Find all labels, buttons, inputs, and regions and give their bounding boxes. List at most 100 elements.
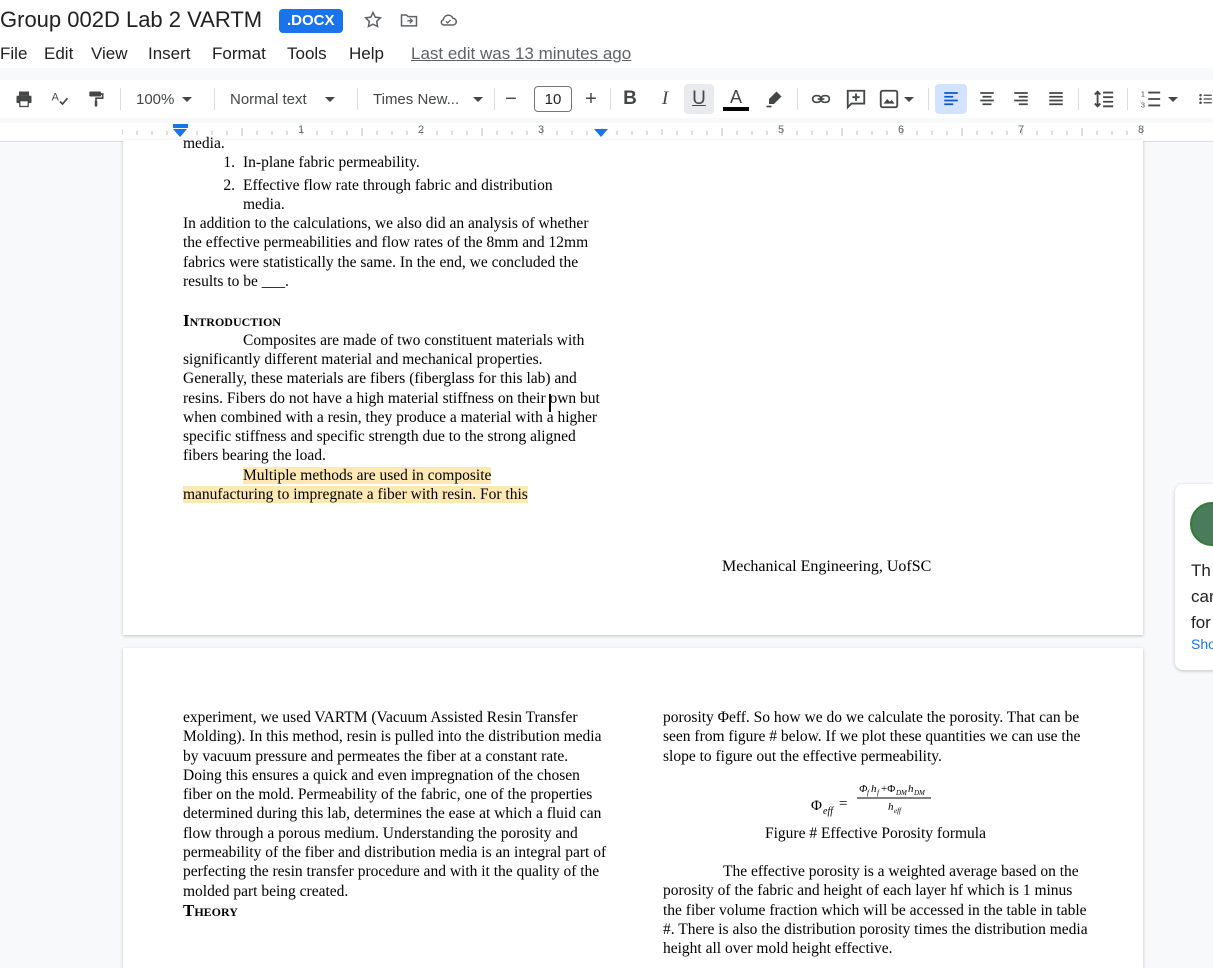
menu-help[interactable]: Help bbox=[349, 44, 384, 64]
menu-file[interactable]: File bbox=[0, 44, 27, 64]
bulleted-list-icon[interactable] bbox=[1198, 86, 1213, 112]
paint-format-icon[interactable] bbox=[84, 86, 108, 112]
justify-icon[interactable] bbox=[1044, 86, 1068, 112]
document-title[interactable]: Group 002D Lab 2 VARTM bbox=[0, 7, 262, 33]
decrease-font-size-button[interactable]: − bbox=[500, 86, 522, 112]
svg-text:eff: eff bbox=[823, 806, 834, 817]
list-text: Effective flow rate through fabric and d… bbox=[243, 176, 553, 213]
spellcheck-icon[interactable]: A bbox=[48, 86, 72, 112]
comment-line: car bbox=[1191, 587, 1213, 606]
menu-bar: File Edit View Insert Format Tools Help … bbox=[0, 40, 1213, 68]
move-folder-icon[interactable] bbox=[397, 8, 421, 32]
file-type-badge: .DOCX bbox=[279, 9, 343, 33]
svg-text:Φ: Φ bbox=[811, 798, 822, 814]
toolbar-divider bbox=[120, 88, 121, 110]
star-icon[interactable] bbox=[361, 8, 385, 32]
insert-link-icon[interactable] bbox=[808, 86, 834, 112]
comment-text: Th car for bbox=[1191, 558, 1213, 636]
comment-show-more-link[interactable]: Sho bbox=[1191, 636, 1213, 652]
comment-line: for bbox=[1191, 613, 1211, 632]
first-line-indent-marker[interactable] bbox=[173, 124, 188, 128]
align-left-icon bbox=[944, 92, 958, 106]
font-size-input[interactable]: 10 bbox=[534, 86, 572, 112]
list-item: 1. In-plane fabric permeability. bbox=[183, 153, 613, 172]
toolbar-divider bbox=[610, 88, 611, 110]
toolbar-divider bbox=[494, 88, 495, 110]
toolbar: A 100% Normal text Times New... − + B I … bbox=[0, 80, 1213, 118]
bold-button[interactable]: B bbox=[619, 86, 641, 112]
last-edit-link[interactable]: Last edit was 13 minutes ago bbox=[411, 44, 631, 64]
add-comment-icon[interactable] bbox=[844, 86, 868, 112]
svg-text:eff: eff bbox=[894, 807, 902, 815]
svg-text:f: f bbox=[867, 789, 870, 797]
cloud-status-icon[interactable] bbox=[436, 8, 460, 32]
style-value: Normal text bbox=[230, 90, 307, 108]
numbered-list-button[interactable]: 13 bbox=[1140, 86, 1190, 112]
title-bar: Group 002D Lab 2 VARTM .DOCX bbox=[0, 0, 1213, 40]
menu-edit[interactable]: Edit bbox=[44, 44, 73, 64]
menu-insert[interactable]: Insert bbox=[148, 44, 191, 64]
page-2-left-column[interactable]: experiment, we used VARTM (Vacuum Assist… bbox=[183, 708, 608, 920]
cut-off-line: media. bbox=[183, 135, 225, 152]
zoom-value: 100% bbox=[136, 90, 175, 108]
insert-image-button[interactable] bbox=[878, 86, 918, 112]
svg-text:1: 1 bbox=[1141, 89, 1145, 98]
svg-text:=: = bbox=[839, 796, 847, 812]
image-icon bbox=[879, 89, 899, 109]
menu-tools[interactable]: Tools bbox=[287, 44, 327, 64]
numbered-list-icon: 13 bbox=[1141, 89, 1161, 109]
font-value: Times New... bbox=[373, 90, 460, 108]
align-right-icon[interactable] bbox=[1009, 86, 1033, 112]
paragraph: experiment, we used VARTM (Vacuum Assist… bbox=[183, 709, 607, 900]
zoom-select[interactable]: 100% bbox=[136, 86, 202, 112]
list-number: 2. bbox=[223, 176, 235, 194]
svg-text:+Φ: +Φ bbox=[881, 783, 895, 795]
svg-text:f: f bbox=[877, 789, 880, 797]
menu-format[interactable]: Format bbox=[212, 44, 266, 64]
align-center-icon[interactable] bbox=[975, 86, 999, 112]
theory-heading: Theory bbox=[183, 900, 238, 920]
highlight-span: Multiple methods are used in composite m… bbox=[183, 466, 528, 504]
page-footer: Mechanical Engineering, UofSC bbox=[722, 558, 932, 575]
chevron-down-icon bbox=[324, 96, 335, 102]
toolbar-divider bbox=[1078, 88, 1079, 110]
ruler-number: 8 bbox=[1138, 124, 1145, 136]
comment-card[interactable]: Th car for Sho bbox=[1175, 484, 1213, 670]
text-color-swatch bbox=[723, 106, 749, 111]
toolbar-divider bbox=[797, 88, 798, 110]
document-page: experiment, we used VARTM (Vacuum Assist… bbox=[123, 648, 1143, 968]
list-item: 2. Effective flow rate through fabric an… bbox=[183, 176, 613, 215]
document-page: media. 1. In-plane fabric permeability. … bbox=[123, 135, 1143, 635]
introduction-heading: Introduction bbox=[183, 311, 281, 331]
toolbar-divider bbox=[357, 88, 358, 110]
ruler-number: 6 bbox=[898, 124, 905, 136]
page-2-right-column[interactable]: porosity Φeff. So how we do we calculate… bbox=[663, 708, 1088, 959]
increase-font-size-button[interactable]: + bbox=[580, 86, 602, 112]
style-select[interactable]: Normal text bbox=[230, 86, 342, 112]
page-1-column[interactable]: media. 1. In-plane fabric permeability. … bbox=[183, 134, 613, 504]
svg-text:DM: DM bbox=[895, 789, 908, 797]
chevron-down-icon bbox=[904, 96, 914, 102]
paragraph: In addition to the calculations, we also… bbox=[183, 215, 589, 291]
formula-block: Φ eff = Φ f h f +Φ DM h DM h eff bbox=[663, 766, 1088, 832]
chevron-down-icon bbox=[182, 96, 193, 102]
ruler-number: 7 bbox=[1018, 124, 1025, 136]
effective-porosity-formula: Φ eff = Φ f h f +Φ DM h DM h eff bbox=[811, 783, 931, 817]
line-spacing-icon[interactable] bbox=[1091, 86, 1117, 112]
text-color-button[interactable]: A bbox=[722, 86, 750, 112]
font-select[interactable]: Times New... bbox=[373, 86, 485, 112]
ruler-number: 5 bbox=[778, 124, 785, 136]
svg-text:DM: DM bbox=[913, 789, 926, 797]
underline-button[interactable]: U bbox=[684, 84, 714, 114]
comment-line: Th bbox=[1191, 561, 1211, 580]
align-left-button[interactable] bbox=[935, 84, 967, 114]
toolbar-divider bbox=[1127, 88, 1128, 110]
highlight-color-icon[interactable] bbox=[762, 86, 786, 112]
list-text: In-plane fabric permeability. bbox=[243, 154, 420, 172]
toolbar-divider bbox=[928, 88, 929, 110]
print-icon[interactable] bbox=[12, 86, 36, 112]
paragraph: porosity Φeff. So how we do we calculate… bbox=[663, 709, 1081, 765]
menu-view[interactable]: View bbox=[91, 44, 128, 64]
avatar bbox=[1190, 502, 1213, 546]
italic-button[interactable]: I bbox=[654, 86, 676, 112]
